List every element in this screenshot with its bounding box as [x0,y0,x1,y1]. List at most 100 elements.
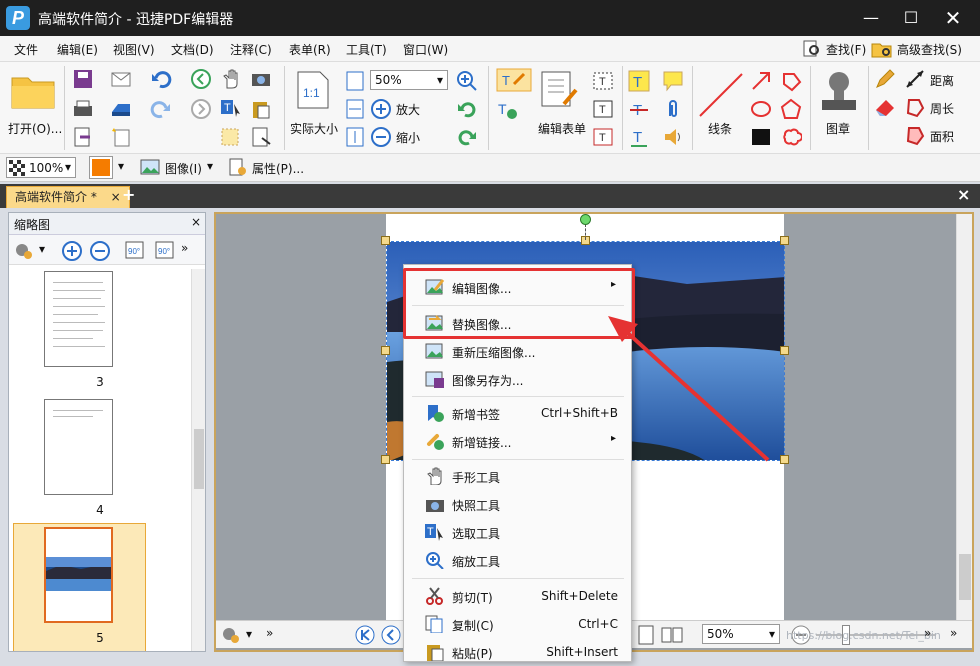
chevron-down-icon[interactable]: ▾ [39,242,45,256]
back-icon[interactable] [190,68,212,90]
forward-icon[interactable] [190,98,212,120]
menu-zoom-tool[interactable]: 缩放工具 [405,546,630,574]
thumb-zoom-out-icon[interactable] [89,240,111,262]
resize-handle[interactable] [381,346,390,355]
open-folder-icon[interactable] [10,70,58,110]
status-zoom-select[interactable]: 50% ▾ [702,624,780,644]
menu-add-link[interactable]: 新增链接... ▸ [405,427,630,455]
properties-button[interactable]: 属性(P)... [252,160,304,177]
options-gear-icon[interactable] [13,241,35,261]
area-icon[interactable] [904,124,926,146]
note-icon[interactable] [662,70,684,92]
expand-icon[interactable]: » [924,626,931,640]
menu-cut[interactable]: 剪切(T) Shift+Delete [405,582,630,610]
minimize-icon[interactable]: — [860,8,882,28]
polygon-line-icon[interactable] [780,70,802,92]
menu-tools[interactable]: 工具(T) [346,41,387,58]
text-field-icon[interactable]: T [592,70,614,92]
resize-handle[interactable] [780,346,789,355]
close-all-tabs-icon[interactable]: × [957,185,970,204]
strikeout-icon[interactable]: T [628,98,650,120]
tab-close-icon[interactable]: × [111,190,121,204]
document-tool-icon[interactable] [250,126,272,148]
maximize-icon[interactable]: ☐ [900,8,922,28]
thumb-zoom-in-icon[interactable] [61,240,83,262]
thumbnail-scrollbar[interactable] [191,269,205,651]
typewriter-icon[interactable]: T [628,70,650,92]
camera-icon[interactable] [250,68,272,90]
area-label[interactable]: 面积 [930,128,954,145]
chevron-down-icon[interactable]: ▾ [246,627,252,641]
actual-size-icon[interactable]: 1:1 [296,70,330,110]
line-icon[interactable] [698,70,746,120]
close-window-icon[interactable]: ✕ [942,8,964,28]
underline-icon[interactable]: T [628,126,650,148]
rotate-handle[interactable] [580,214,591,225]
stamp-label[interactable]: 图章 [826,120,850,137]
page-thumbnail-5[interactable] [44,527,113,623]
add-tab-icon[interactable]: + [122,185,135,204]
eraser-icon[interactable] [874,96,896,118]
advanced-find-button[interactable]: 高级查找(S) [871,40,962,58]
opacity-select[interactable]: 100% ▾ [6,157,76,178]
redo-icon[interactable] [150,98,172,120]
menu-comment[interactable]: 注释(C) [230,41,272,58]
edit-form-label[interactable]: 编辑表单 [538,120,586,137]
edit-form-icon[interactable] [540,70,580,110]
edit-content-icon[interactable]: T [496,68,532,92]
menu-paste[interactable]: 粘贴(P) Shift+Insert [405,638,630,666]
line-label[interactable]: 线条 [708,120,732,137]
menu-edit[interactable]: 编辑(E) [57,41,98,58]
menu-hand-tool[interactable]: 手形工具 [405,462,630,490]
rotate-ccw-icon[interactable]: 90° [123,239,147,261]
previous-page-icon[interactable] [380,624,402,646]
page-thumbnail-3[interactable] [44,271,113,367]
email-icon[interactable] [110,68,132,90]
menu-file[interactable]: 文件 [14,41,38,58]
resize-handle[interactable] [780,455,789,464]
resize-handle[interactable] [381,236,390,245]
sound-icon[interactable] [662,126,684,148]
perimeter-icon[interactable] [904,96,926,118]
status-gear-icon[interactable] [220,625,242,645]
fit-page-icon[interactable] [344,70,366,92]
attachment-icon[interactable] [662,98,684,120]
chevron-down-icon[interactable]: ▾ [118,159,124,173]
menu-select-tool[interactable]: T 选取工具 [405,518,630,546]
tab-document[interactable]: 高端软件简介 * × [6,186,130,208]
callout-icon[interactable]: T [592,126,614,148]
rotate-left-icon[interactable] [456,98,478,120]
fit-width-icon[interactable] [344,98,366,120]
menu-document[interactable]: 文档(D) [171,41,214,58]
distance-label[interactable]: 距离 [930,72,954,89]
image-menu-button[interactable]: 图像(I) [165,160,202,177]
fill-color-swatch[interactable] [89,156,113,179]
first-page-icon[interactable] [354,624,376,646]
perimeter-label[interactable]: 周长 [930,100,954,117]
print-icon[interactable] [72,98,94,120]
resize-handle[interactable] [381,455,390,464]
paste-icon[interactable] [250,98,272,120]
actual-size-label[interactable]: 实际大小 [290,120,338,137]
continuous-page-icon[interactable] [660,624,684,646]
page-thumbnail-4[interactable] [44,399,113,495]
menu-add-bookmark[interactable]: 新增书签 Ctrl+Shift+B [405,399,630,427]
add-text-icon[interactable]: T [496,98,518,120]
arrow-icon[interactable] [750,70,772,92]
expand-icon[interactable]: » [266,626,273,640]
zoom-out-label[interactable]: 缩小 [396,129,420,146]
resize-handle[interactable] [780,236,789,245]
export-icon[interactable] [72,126,94,148]
text-box-icon[interactable]: T [592,98,614,120]
zoom-in-icon[interactable] [456,70,478,92]
rotate-right-icon[interactable] [456,126,478,148]
stamp-icon[interactable] [818,68,860,116]
undo-icon[interactable] [150,68,172,90]
document-scrollbar[interactable] [956,214,972,620]
select-text-icon[interactable]: T [220,98,242,120]
rotate-cw-icon[interactable]: 90° [153,239,177,261]
open-button-label[interactable]: 打开(O)... [8,120,62,137]
chevron-down-icon[interactable]: ▾ [207,159,213,173]
menu-view[interactable]: 视图(V) [113,41,155,58]
menu-snapshot-tool[interactable]: 快照工具 [405,490,630,518]
